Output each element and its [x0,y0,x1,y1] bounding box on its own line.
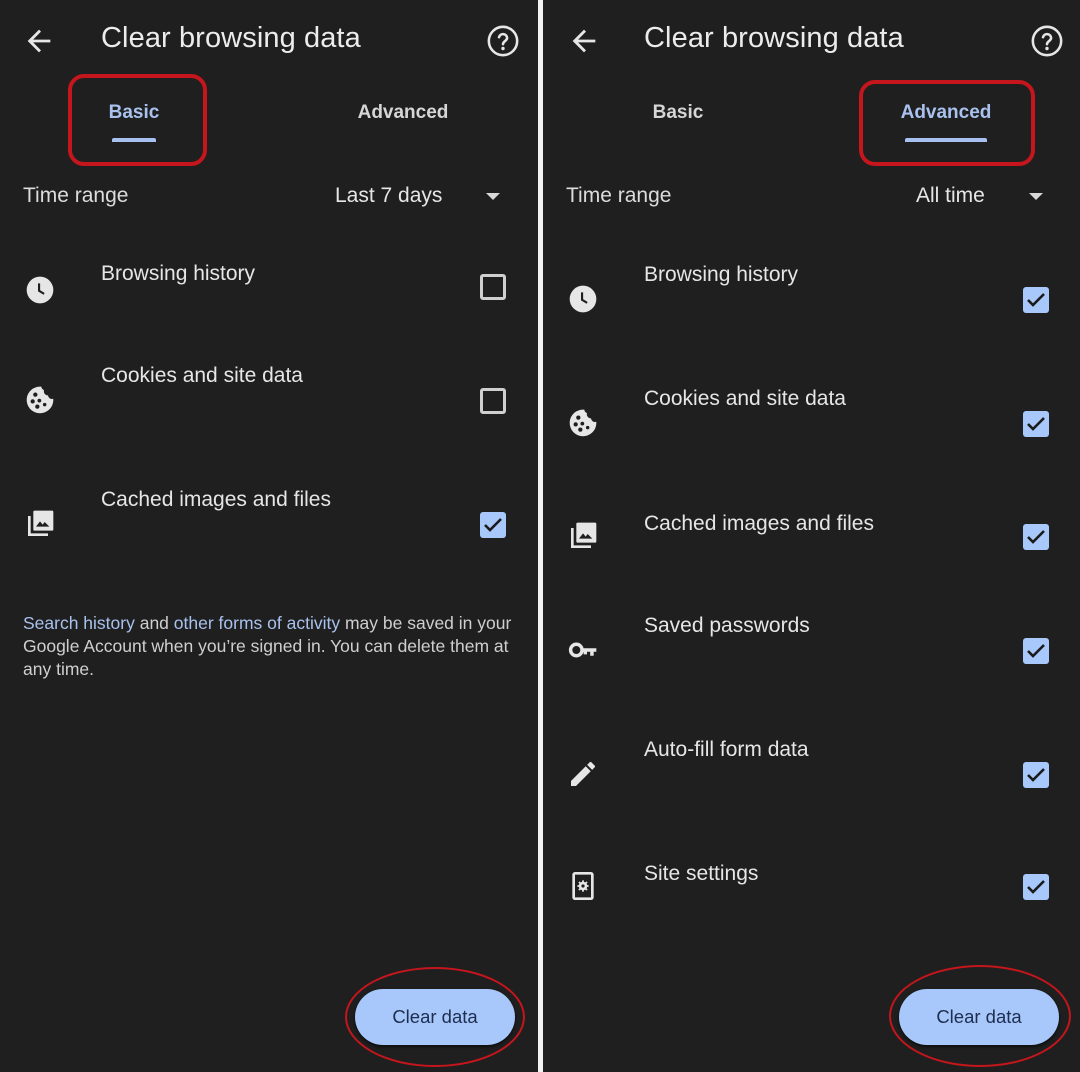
comparison-screenshot: Clear browsing data Basic Advanced Time [0,0,1080,1072]
time-range-value: Last 7 days [335,184,443,207]
checkbox-browsing-history[interactable] [480,274,506,300]
tab-bar: Basic Advanced [0,88,538,158]
list-item-browsing-history[interactable]: Browsing history [543,263,1080,335]
cookie-icon [569,409,597,437]
clock-icon [569,285,597,313]
tab-basic[interactable]: Basic [34,88,234,152]
item-label: Browsing history [101,262,256,285]
image-stack-icon [571,522,597,548]
checkbox-cached-images[interactable] [480,512,506,538]
clear-data-button[interactable]: Clear data [355,989,515,1045]
help-circle-icon [1031,25,1063,57]
checkbox-saved-passwords[interactable] [1023,638,1049,664]
checkmark-icon [1027,644,1045,658]
list-item-cookies[interactable]: Cookies and site data [543,387,1080,459]
time-range-label: Time range [566,184,672,207]
item-label: Browsing history [644,263,799,286]
back-button[interactable] [22,24,56,58]
back-button[interactable] [567,24,601,58]
app-bar: Clear browsing data [0,0,538,84]
checkbox-site-settings[interactable] [1023,874,1049,900]
other-activity-link[interactable]: other forms of activity [174,613,340,633]
item-label: Cached images and files [101,488,331,511]
page-title: Clear browsing data [101,22,361,54]
checkbox-browsing-history[interactable] [1023,287,1049,313]
basic-screen: Clear browsing data Basic Advanced Time [0,0,538,1072]
item-label: Cookies and site data [101,364,303,387]
checkmark-icon [1027,293,1045,307]
account-activity-note: Search history and other forms of activi… [23,612,513,681]
image-stack-icon [28,510,54,536]
item-label: Site settings [644,862,759,885]
item-label: Auto-fill form data [644,738,809,761]
clock-icon [26,276,54,304]
page-title: Clear browsing data [644,22,904,54]
help-button[interactable] [1030,24,1064,58]
active-tab-indicator [112,138,156,142]
tab-advanced[interactable]: Advanced [846,88,1046,152]
item-label: Cached images and files [644,512,874,535]
list-item-saved-passwords[interactable]: Saved passwords [543,614,1080,686]
dropdown-caret-icon [486,193,500,200]
tab-label: Advanced [357,102,449,123]
arrow-back-icon [572,29,596,53]
checkbox-autofill[interactable] [1023,762,1049,788]
list-item-browsing-history[interactable]: Browsing history [0,262,538,322]
item-label: Cookies and site data [644,387,846,410]
app-bar: Clear browsing data [543,0,1080,84]
list-item-cookies[interactable]: Cookies and site data [0,364,538,424]
tab-label: Basic [108,102,160,123]
list-item-cached-images[interactable]: Cached images and files [0,488,538,548]
help-circle-icon [487,25,519,57]
clear-data-button[interactable]: Clear data [899,989,1059,1045]
checkmark-icon [1027,417,1045,431]
list-item-site-settings[interactable]: Site settings [543,862,1080,934]
search-history-link[interactable]: Search history [23,613,135,633]
list-item-autofill[interactable]: Auto-fill form data [543,738,1080,810]
checkmark-icon [1027,880,1045,894]
dropdown-caret-icon [1029,193,1043,200]
active-tab-indicator [905,138,987,142]
arrow-back-icon [27,29,51,53]
tab-bar: Basic Advanced [543,88,1080,158]
list-item-cached-images[interactable]: Cached images and files [543,512,1080,584]
tab-basic[interactable]: Basic [578,88,778,152]
checkmark-icon [484,518,502,532]
advanced-screen: Clear browsing data Basic Advanced Time [543,0,1080,1072]
key-icon [568,642,597,658]
tab-label: Basic [652,102,704,123]
time-range-value: All time [916,184,985,207]
cookie-icon [26,386,54,414]
time-range-dropdown[interactable]: Time range Last 7 days [0,176,538,220]
checkbox-cookies[interactable] [1023,411,1049,437]
checkmark-icon [1027,530,1045,544]
help-button[interactable] [486,24,520,58]
time-range-label: Time range [23,184,129,207]
checkmark-icon [1027,768,1045,782]
time-range-dropdown[interactable]: Time range All time [543,176,1080,220]
tab-advanced[interactable]: Advanced [303,88,503,152]
tab-label: Advanced [900,102,992,123]
item-label: Saved passwords [644,614,810,637]
pencil-icon [571,761,595,786]
checkbox-cached-images[interactable] [1023,524,1049,550]
site-settings-icon [572,872,594,900]
note-text: and [134,613,174,633]
checkbox-cookies[interactable] [480,388,506,414]
